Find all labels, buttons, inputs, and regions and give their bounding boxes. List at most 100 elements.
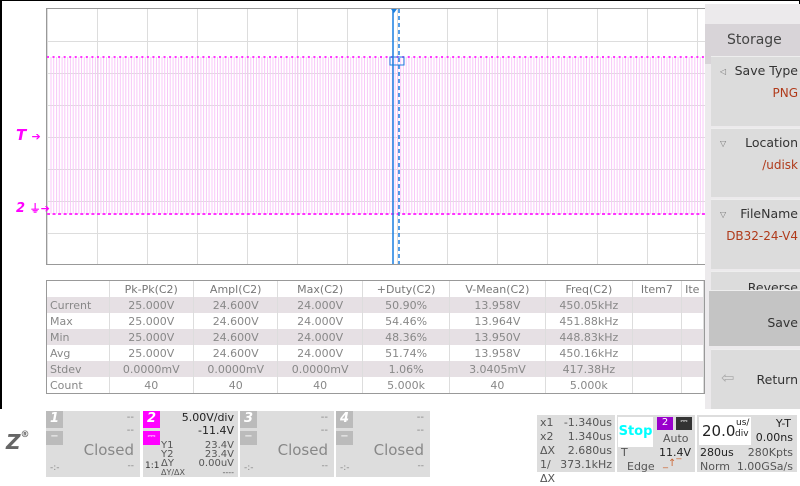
channel2-ground-marker[interactable]: 2 ⏚➔ bbox=[16, 200, 50, 216]
record-length-time: 280us bbox=[700, 446, 734, 459]
channel3-coupling-icon: − bbox=[240, 431, 257, 445]
return-button[interactable]: ⇦ Return bbox=[711, 349, 800, 409]
return-icon: ⇦ bbox=[721, 368, 735, 387]
timebase-unit-bottom: div bbox=[735, 429, 749, 439]
sample-rate: 1.00GSa/s bbox=[736, 460, 793, 473]
location-value: /udisk bbox=[762, 158, 798, 172]
table-cell bbox=[632, 313, 682, 329]
channel3-extra: -- bbox=[321, 461, 329, 471]
channel4-scale: -- bbox=[416, 412, 424, 423]
dy-label: ΔY bbox=[161, 458, 174, 469]
trigger-mode: Auto bbox=[663, 432, 689, 445]
waveform-edges bbox=[50, 57, 704, 214]
table-cell bbox=[681, 345, 705, 361]
channel3-status: Closed bbox=[277, 441, 328, 459]
save-type-value: PNG bbox=[772, 86, 798, 100]
trigger-position-icon bbox=[391, 9, 397, 13]
column-header: Max(C2) bbox=[277, 281, 363, 297]
table-cell: 1.06% bbox=[362, 361, 451, 377]
channel4-number: 4 bbox=[336, 411, 353, 428]
channel4-panel[interactable]: 4 -- -- − Closed -:- -- bbox=[336, 411, 430, 477]
table-row: Count 40 40 40 5.000k 40 5.000k bbox=[47, 377, 705, 393]
table-cell: 25.000V bbox=[109, 329, 194, 345]
trigger-panel[interactable]: Stop 2 ⎓ Auto T 11.4V Edge _↑‾ bbox=[617, 415, 695, 473]
location-button[interactable]: ▽ Location/udisk bbox=[711, 128, 800, 197]
row-label: Stdev bbox=[47, 361, 110, 377]
table-cell bbox=[632, 345, 682, 361]
table-cell: 448.83kHz bbox=[545, 329, 634, 345]
table-cell: 13.958V bbox=[449, 345, 546, 361]
table-cell: 25.000V bbox=[109, 297, 194, 313]
table-cell: 24.600V bbox=[193, 313, 279, 329]
save-button[interactable]: Save bbox=[709, 290, 800, 346]
channel3-number: 3 bbox=[240, 411, 257, 428]
channel1-scale: -- bbox=[126, 412, 134, 423]
column-header: V-Mean(C2) bbox=[449, 281, 546, 297]
acquisition-mode: Norm bbox=[700, 460, 731, 473]
channel3-offset: -- bbox=[320, 425, 328, 436]
column-header bbox=[47, 281, 110, 297]
column-header: Pk-Pk(C2) bbox=[109, 281, 194, 297]
trigger-type: Edge bbox=[627, 460, 655, 473]
table-row: Stdev 0.0000mV 0.0000mV 0.0000mV 1.06% 3.0405… bbox=[47, 361, 705, 377]
storage-menu: Storage ◁ Save Type PNG ▽ Location/udisk ▽ F… bbox=[705, 4, 800, 409]
save-label: Save bbox=[767, 315, 798, 330]
filename-button[interactable]: ▽ FileName DB32-24-V4 bbox=[711, 199, 800, 269]
cursor-freq-label: 1/ΔX bbox=[540, 458, 556, 485]
save-type-button[interactable]: ◁ Save Type PNG bbox=[711, 56, 800, 126]
measurement-table: Pk-Pk(C2) Ampl(C2) Max(C2) +Duty(C2) V-Mean(… bbox=[46, 280, 705, 394]
run-stop-button[interactable]: Stop bbox=[618, 417, 653, 447]
dc-coupling-icon: ⎓ bbox=[676, 417, 692, 430]
table-cell: 24.600V bbox=[193, 345, 279, 361]
row-label: Avg bbox=[47, 345, 110, 361]
table-row: Min 25.000V 24.600V 24.000V 48.36% 13.950V 448… bbox=[47, 329, 705, 345]
rising-edge-icon: _↑‾ bbox=[663, 458, 682, 469]
timebase-value: 20.0 bbox=[702, 422, 736, 440]
table-cell: 25.000V bbox=[109, 345, 194, 361]
left-arrow-icon: ◁ bbox=[720, 67, 727, 76]
cursor-readout[interactable]: x1 -1.340us x2 1.340us ΔX 2.680us 1/ΔX 373.1… bbox=[537, 415, 615, 485]
table-cell: 13.964V bbox=[449, 313, 546, 329]
trigger-level-marker[interactable]: T ➔ bbox=[16, 126, 41, 144]
timebase-unit-top: us/ bbox=[736, 418, 750, 428]
table-cell: 417.38Hz bbox=[545, 361, 634, 377]
table-cell: 450.05kHz bbox=[545, 297, 634, 313]
table-cell: 5.000k bbox=[362, 377, 451, 393]
channel2-number: 2 bbox=[143, 411, 160, 428]
table-cell bbox=[632, 361, 682, 377]
table-cell: 54.46% bbox=[362, 313, 451, 329]
timebase-scale[interactable]: 20.0 us/ div bbox=[699, 417, 751, 445]
table-cell: 24.600V bbox=[193, 297, 279, 313]
column-header: Item7 bbox=[632, 281, 682, 297]
table-row: Avg 25.000V 24.600V 24.000V 51.74% 13.958V 450… bbox=[47, 345, 705, 361]
channel3-panel[interactable]: 3 -- -- − Closed -:- -- bbox=[240, 411, 334, 477]
column-header: +Duty(C2) bbox=[362, 281, 451, 297]
trigger-level-label: T bbox=[621, 446, 628, 459]
table-cell bbox=[681, 313, 705, 329]
cursor-dx-value: 2.680us bbox=[567, 444, 612, 457]
zlg-logo: Z® bbox=[6, 430, 30, 454]
row-label: Current bbox=[47, 297, 110, 313]
timebase-panel[interactable]: 20.0 us/ div Y-T 0.00ns 280us 280Kpts No… bbox=[697, 415, 797, 473]
column-header: Ite bbox=[681, 281, 705, 297]
table-cell bbox=[632, 377, 682, 393]
record-points: 280Kpts bbox=[747, 446, 793, 459]
table-cell: 40 bbox=[277, 377, 363, 393]
table-cell: 24.000V bbox=[277, 313, 363, 329]
channel1-number: 1 bbox=[46, 411, 63, 428]
channel4-status: Closed bbox=[373, 441, 424, 459]
cursor-freq-value: 373.1kHz bbox=[560, 458, 612, 471]
table-cell bbox=[632, 297, 682, 313]
cursor-dx-label: ΔX bbox=[540, 444, 556, 457]
row-label: Min bbox=[47, 329, 110, 345]
channel2-dc-icon: ⎓ bbox=[143, 431, 160, 445]
waveform-display[interactable] bbox=[46, 8, 705, 265]
table-cell: 51.74% bbox=[362, 345, 451, 361]
table-cell: 0.0000mV bbox=[277, 361, 363, 377]
table-cell: 24.600V bbox=[193, 329, 279, 345]
channel4-offset: -- bbox=[416, 425, 424, 436]
channel2-panel[interactable]: 2 5.00V/div -11.4V ⎓ 1:1 Y1 23.4V Y2 23.4V… bbox=[143, 411, 238, 477]
dy-value: 0.00uV bbox=[198, 458, 234, 469]
table-cell: 40 bbox=[193, 377, 279, 393]
channel1-panel[interactable]: 1 -- -- − Closed -:- -- bbox=[46, 411, 140, 477]
